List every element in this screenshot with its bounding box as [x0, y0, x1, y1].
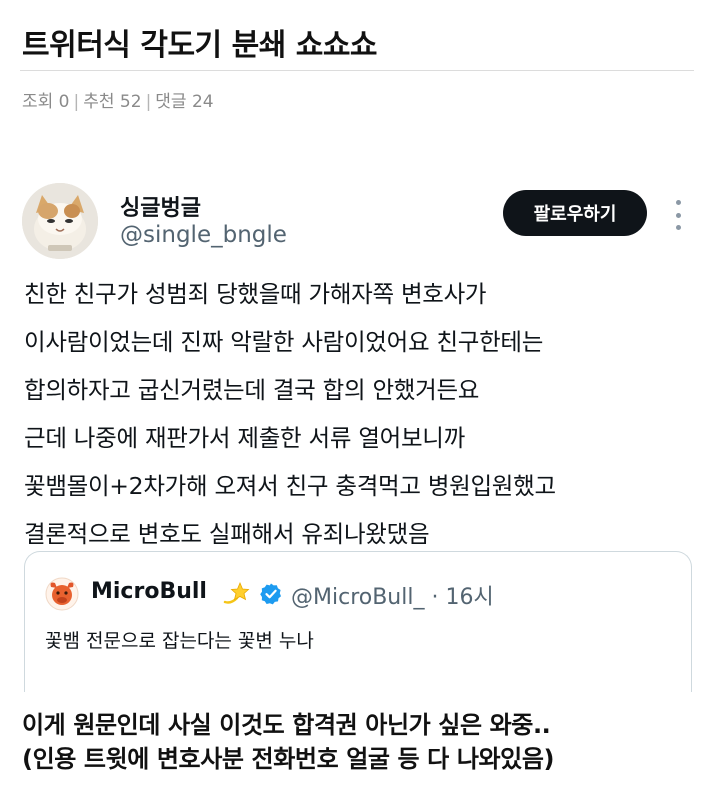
quote-avatar	[45, 577, 79, 611]
quote-display-name[interactable]: MicroBull	[91, 579, 207, 604]
post-caption: 이게 원문인데 사실 이것도 합격권 아닌가 싶은 와중.. (인용 트윗에 변…	[22, 708, 555, 776]
view-count: 조회 0	[22, 92, 70, 112]
meta-separator: |	[73, 92, 80, 112]
bull-logo-icon	[45, 577, 79, 611]
tweet-line: 근데 나중에 재판가서 제출한 서류 열어보니까	[24, 424, 465, 452]
handle[interactable]: @single_bngle	[120, 222, 287, 248]
tweet-text: 친한 친구가 성범죄 당했을때 가해자쪽 변호사가 이사람이었는데 진짜 악랄한…	[24, 270, 694, 558]
post-title: 트위터식 각도기 분쇄 쇼쇼쇼	[22, 28, 378, 63]
dizzy-star-icon	[223, 581, 250, 604]
display-name[interactable]: 싱글벙글	[120, 190, 201, 222]
caption-line: 이게 원문인데 사실 이것도 합격권 아닌가 싶은 와중..	[22, 711, 551, 739]
title-divider	[20, 70, 694, 71]
tweet-line: 친한 친구가 성범죄 당했을때 가해자쪽 변호사가	[24, 280, 487, 308]
tweet-line: 이사람이었는데 진짜 악랄한 사람이었어요 친구한테는	[24, 328, 544, 356]
more-options-icon[interactable]	[668, 200, 688, 230]
quote-text: 꽃뱀 전문으로 잡는다는 꽃변 누나	[45, 630, 314, 652]
meta-separator: |	[145, 92, 152, 112]
quote-tweet-card[interactable]: MicroBull @MicroBull_ · 16시 꽃뱀 전문으로 잡는다는…	[24, 551, 692, 692]
post-meta: 조회 0 | 추천 52 | 댓글 24	[22, 87, 214, 112]
tweet-line: 꽃뱀몰이+2차가해 오져서 친구 충격먹고 병원입원했고	[24, 472, 556, 500]
verified-badge-icon	[260, 583, 281, 605]
quote-handle-time[interactable]: @MicroBull_ · 16시	[291, 579, 494, 611]
caption-line: (인용 트윗에 변호사분 전화번호 얼굴 등 다 나와있음)	[22, 745, 555, 773]
tweet-line: 합의하자고 굽신거렸는데 결국 합의 안했거든요	[24, 376, 480, 404]
follow-button[interactable]: 팔로우하기	[503, 190, 647, 236]
avatar[interactable]	[22, 183, 98, 259]
comment-count: 댓글 24	[155, 92, 214, 112]
recommend-count: 추천 52	[83, 92, 142, 112]
cat-avatar-icon	[22, 183, 98, 259]
